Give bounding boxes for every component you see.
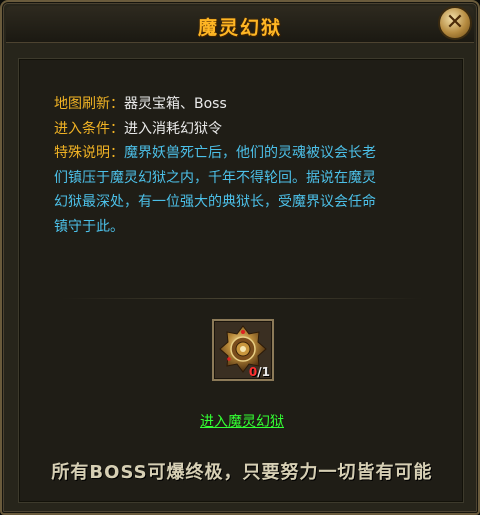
required-item-slot[interactable]: 0/1 <box>212 319 274 381</box>
enter-dungeon-link[interactable]: 进入魔灵幻狱 <box>200 414 284 430</box>
footer-slogan: 所有BOSS可爆终极，只要努力一切皆有可能 <box>51 462 433 483</box>
special-note-line: 幻狱最深处，有一位强大的典狱长，受魔界议会任命 <box>54 194 376 210</box>
special-note-line: 们镇压于魔灵幻狱之内，千年不得轮回。据说在魔灵 <box>54 169 376 186</box>
map-refresh-label: 地图刷新： <box>54 96 124 112</box>
divider <box>62 298 422 299</box>
title-bar[interactable]: 魔灵幻狱 ✕ <box>6 6 474 43</box>
window-title: 魔灵幻狱 <box>197 17 282 39</box>
special-note-line: 镇守于此。 <box>54 218 124 235</box>
close-button[interactable]: ✕ <box>438 6 472 40</box>
map-refresh-value: 器灵宝箱、Boss <box>124 96 227 112</box>
item-count-need: 1 <box>261 365 270 379</box>
item-count: 0/1 <box>249 365 270 379</box>
map-refresh-row: 地图刷新：器灵宝箱、Boss <box>54 92 454 117</box>
entry-condition-row: 进入条件：进入消耗幻狱令 <box>54 117 454 142</box>
dungeon-info: 地图刷新：器灵宝箱、Boss 进入条件：进入消耗幻狱令 特殊说明：魔界妖兽死亡后… <box>54 92 454 239</box>
entry-condition-label: 进入条件： <box>54 120 124 137</box>
dungeon-info-window: 魔灵幻狱 ✕ 地图刷新：器灵宝箱、Boss 进入条件：进入消耗幻狱令 特殊说明：… <box>0 0 480 515</box>
entry-condition-value: 进入消耗幻狱令 <box>124 120 222 137</box>
special-note-row: 特殊说明：魔界妖兽死亡后，他们的灵魂被议会长老 <box>54 141 454 166</box>
item-count-have: 0 <box>248 365 258 379</box>
close-icon: ✕ <box>445 10 465 35</box>
enter-dungeon-row: 进入魔灵幻狱 <box>2 411 480 431</box>
special-note-label: 特殊说明： <box>54 145 124 161</box>
special-note-line: 魔界妖兽死亡后，他们的灵魂被议会长老 <box>124 145 376 161</box>
